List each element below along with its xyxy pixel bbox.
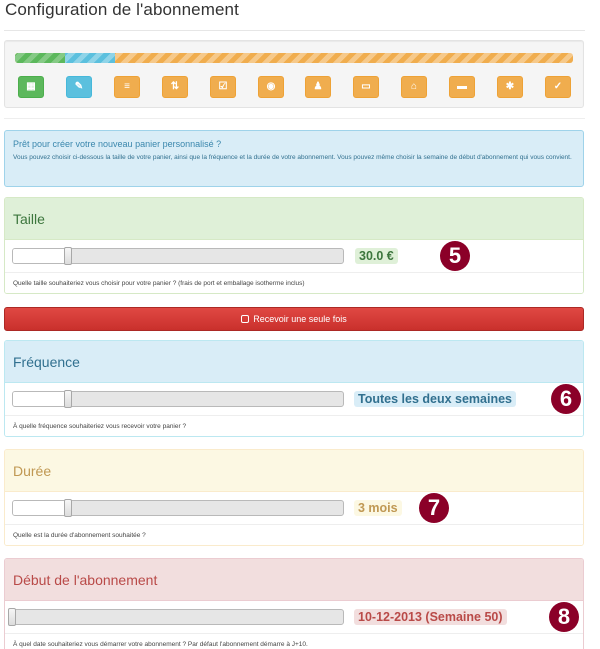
circle-o-icon (241, 315, 250, 323)
taille-body: 30.0 € 5 (5, 240, 583, 272)
asterisk-icon: ✱ (505, 81, 515, 92)
wizard-step-12[interactable]: ✓ (545, 76, 571, 98)
wizard-progress (15, 53, 573, 63)
wizard-step-4[interactable]: ⇅ (162, 76, 188, 98)
taille-help: Quelle taille souhaiteriez vous choisir … (5, 272, 583, 293)
card-icon: ▭ (361, 81, 371, 92)
debut-body: 10-12-2013 (Semaine 50) 8 (5, 601, 583, 633)
user-icon: ♟ (313, 81, 323, 92)
frequence-panel: Fréquence Toutes les deux semaines 6 À q… (4, 340, 584, 437)
intro-title: Prêt pour créer votre nouveau panier per… (13, 139, 222, 149)
taille-slider-fill (13, 249, 69, 263)
checkbox-icon: ✓ (553, 81, 563, 92)
duree-help: Quelle est la durée d'abonnement souhait… (5, 524, 583, 545)
frequence-body: Toutes les deux semaines 6 (5, 383, 583, 415)
wizard-step-8[interactable]: ▭ (353, 76, 379, 98)
page-title: Configuration de l'abonnement (5, 0, 239, 19)
taille-slider-handle[interactable] (64, 247, 72, 265)
grid-icon: ▦ (26, 81, 36, 92)
debut-slider-handle[interactable] (8, 608, 16, 626)
taille-value-label: 30.0 € (355, 248, 398, 264)
progress-completed (15, 53, 65, 63)
wizard-step-7[interactable]: ♟ (305, 76, 331, 98)
eye-icon: ◉ (266, 81, 276, 92)
step-badge-6: 6 (551, 384, 581, 414)
frequence-help: À quelle fréquence souhaiteriez vous rec… (5, 415, 583, 436)
section-divider (4, 118, 585, 119)
taille-panel: Taille 30.0 € 5 Quelle taille souhaiteri… (4, 197, 584, 294)
frequence-heading: Fréquence (5, 341, 583, 383)
duree-slider[interactable] (12, 500, 344, 516)
wizard-step-9[interactable]: ⌂ (401, 76, 427, 98)
wizard-step-6[interactable]: ◉ (258, 76, 284, 98)
single-delivery-button[interactable]: Recevoir une seule fois (4, 307, 584, 331)
wizard-step-10[interactable]: ▬ (449, 76, 475, 98)
debut-value-label: 10-12-2013 (Semaine 50) (354, 609, 507, 625)
step-badge-7: 7 (419, 493, 449, 523)
debut-help: À quel date souhaiteriez vous démarrer v… (5, 633, 583, 649)
wizard-step-5[interactable]: ☑ (210, 76, 236, 98)
step-badge-5: 5 (440, 241, 470, 271)
check-square-icon: ☑ (218, 81, 228, 92)
duree-panel: Durée 3 mois 7 Quelle est la durée d'abo… (4, 449, 584, 546)
wizard-step-1[interactable]: ▦ (18, 76, 44, 98)
wrench-icon: ✎ (74, 81, 84, 92)
list-icon: ≡ (124, 81, 130, 92)
duree-slider-handle[interactable] (64, 499, 72, 517)
progress-current (65, 53, 115, 63)
wizard-step-3[interactable]: ≡ (114, 76, 140, 98)
sort-icon: ⇅ (170, 81, 180, 92)
duree-value-label: 3 mois (354, 500, 402, 516)
step-badge-8: 8 (549, 602, 579, 632)
wizard-step-2[interactable]: ✎ (66, 76, 92, 98)
intro-alert: Prêt pour créer votre nouveau panier per… (4, 130, 584, 187)
debut-panel: Début de l'abonnement 10-12-2013 (Semain… (4, 558, 584, 649)
debut-heading: Début de l'abonnement (5, 559, 583, 601)
frequence-value-label: Toutes les deux semaines (354, 391, 516, 407)
title-divider (4, 30, 585, 31)
frequence-slider-fill (13, 392, 69, 406)
comment-icon: ▬ (457, 81, 467, 92)
wizard-step-11[interactable]: ✱ (497, 76, 523, 98)
home-icon: ⌂ (410, 81, 418, 92)
frequence-slider-handle[interactable] (64, 390, 72, 408)
frequence-slider[interactable] (12, 391, 344, 407)
duree-heading: Durée (5, 450, 583, 492)
duree-body: 3 mois 7 (5, 492, 583, 524)
intro-text: Vous pouvez choisir ci-dessous la taille… (13, 154, 572, 161)
taille-slider[interactable] (12, 248, 344, 264)
single-delivery-label: Recevoir une seule fois (253, 314, 347, 324)
taille-heading: Taille (5, 198, 583, 240)
duree-slider-fill (13, 501, 69, 515)
wizard-bar: ▦ ✎ ≡ ⇅ ☑ ◉ ♟ ▭ ⌂ ▬ ✱ ✓ (4, 40, 584, 108)
debut-slider[interactable] (8, 609, 344, 625)
